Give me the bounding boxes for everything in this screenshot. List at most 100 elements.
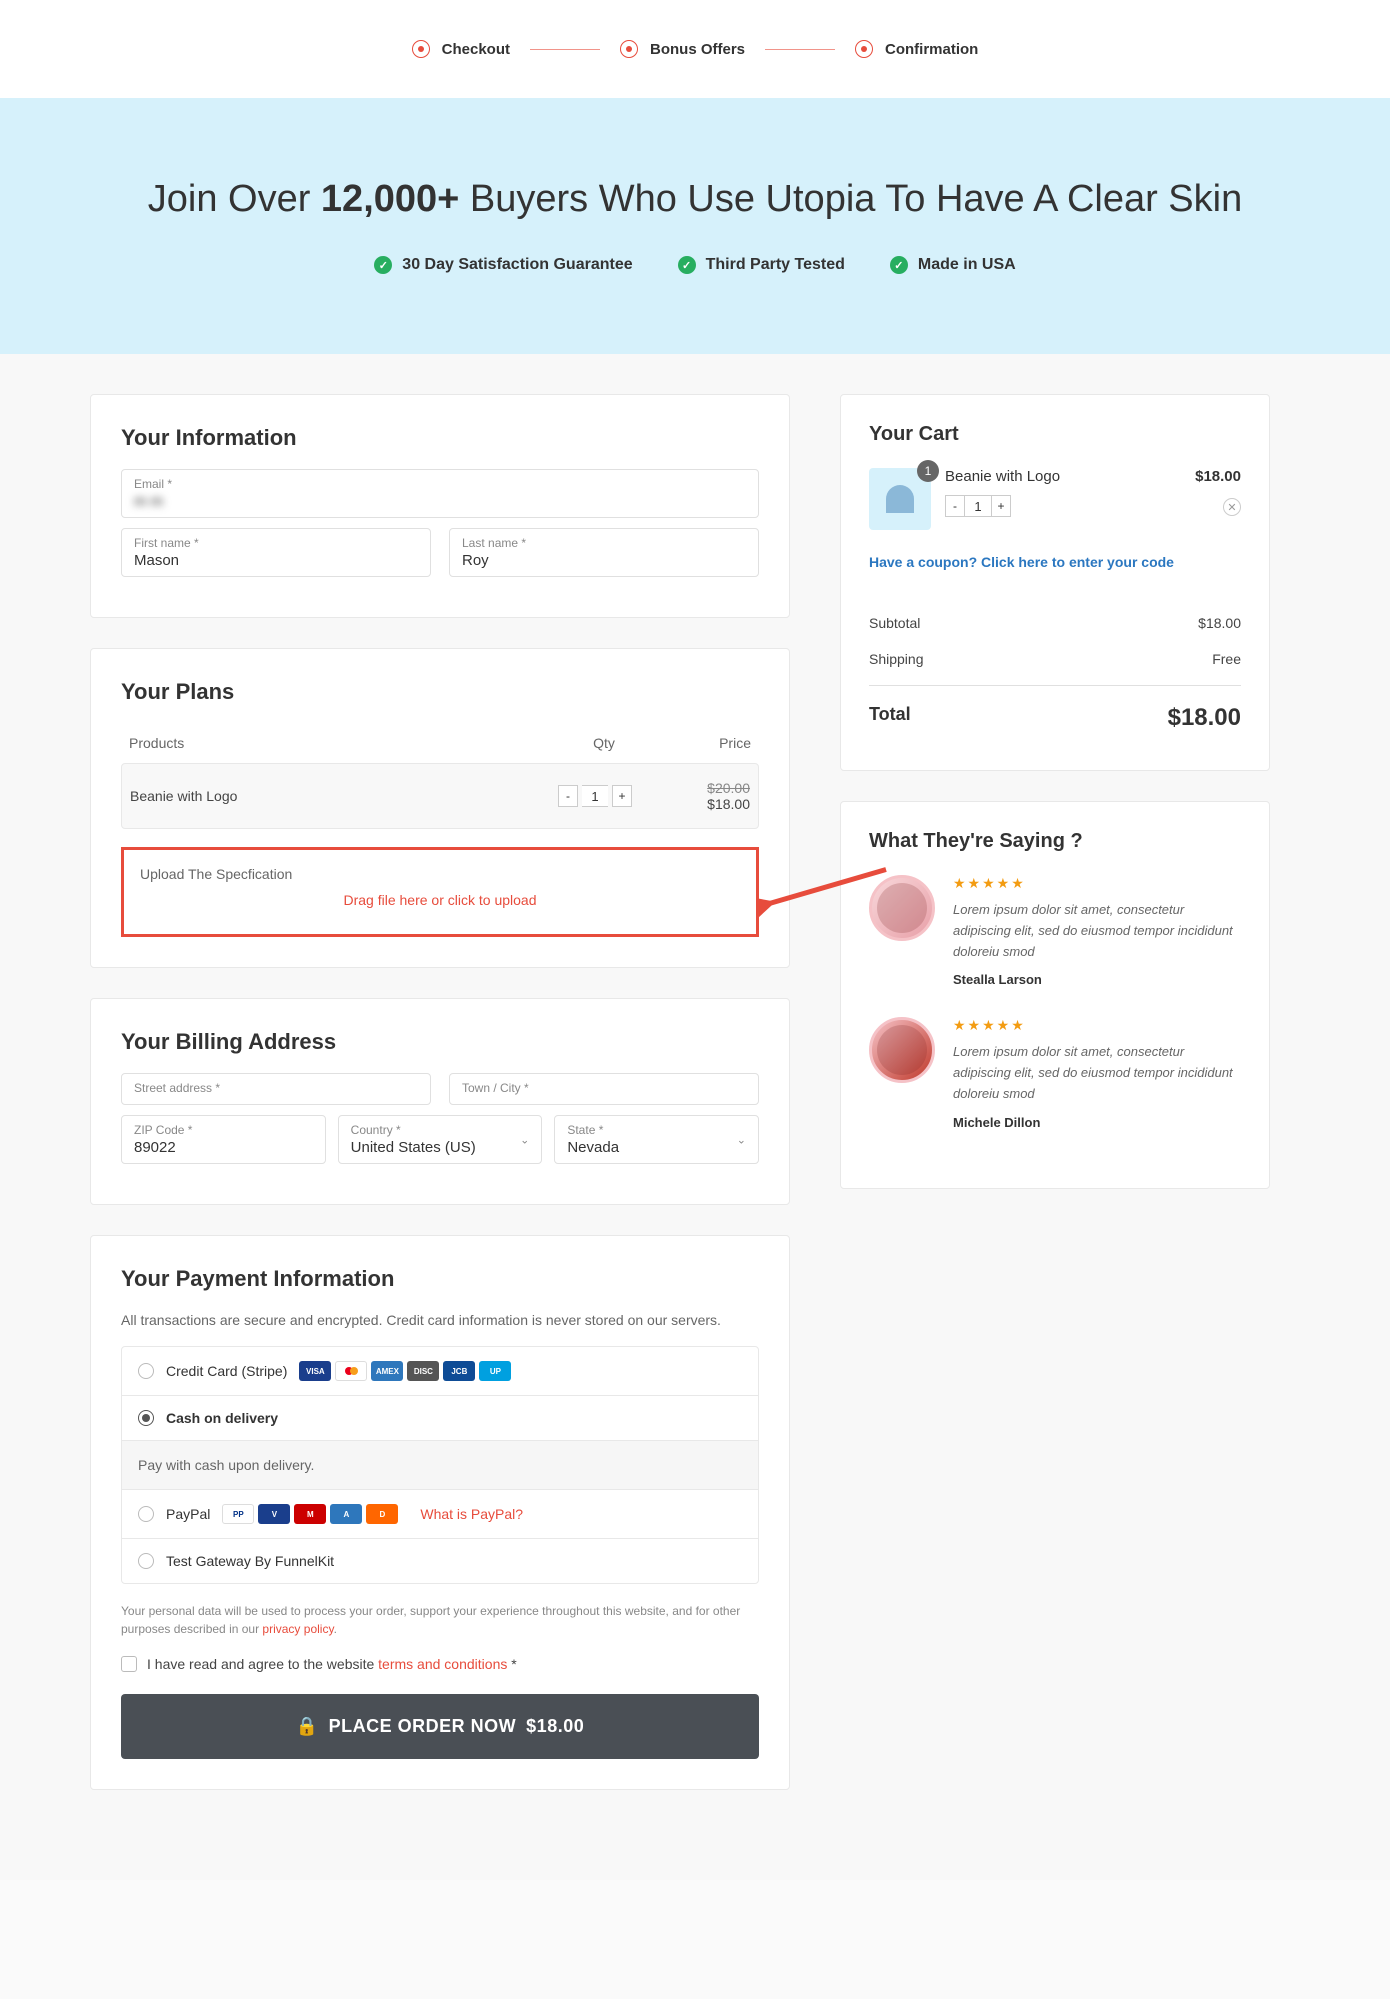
info-heading: Your Information (121, 425, 759, 451)
mastercard-icon (335, 1361, 367, 1381)
street-value (134, 1095, 418, 1097)
zip-label: ZIP Code * (134, 1123, 313, 1137)
jcb-icon: JCB (443, 1361, 475, 1381)
unionpay-icon: UP (479, 1361, 511, 1381)
amex-icon: AMEX (371, 1361, 403, 1381)
lastname-field[interactable]: Last name * Roy (449, 528, 759, 577)
avatar (869, 1017, 935, 1083)
upload-dropzone[interactable]: Drag file here or click to upload (140, 882, 740, 918)
payment-option-paypal[interactable]: PayPal PP V M A D What is PayPal? (121, 1489, 759, 1539)
cart-item: 1 Beanie with Logo - 1 + $18.00 ✕ (869, 468, 1241, 530)
payment-heading: Your Payment Information (121, 1266, 759, 1292)
feature-usa: ✓Made in USA (890, 256, 1016, 274)
chevron-down-icon: ⌄ (737, 1133, 746, 1146)
visa-icon: V (258, 1504, 290, 1524)
state-value: Nevada (567, 1137, 746, 1156)
payment-card: Your Payment Information All transaction… (90, 1235, 790, 1790)
plans-row: Beanie with Logo - 1 + $20.00 $18.00 (121, 763, 759, 829)
hero-title: Join Over 12,000+ Buyers Who Use Utopia … (0, 178, 1390, 221)
chevron-down-icon: ⌄ (520, 1133, 529, 1146)
order-button-price: $18.00 (526, 1716, 584, 1737)
billing-card: Your Billing Address Street address * To… (90, 998, 790, 1205)
step-confirmation[interactable]: Confirmation (855, 40, 978, 58)
discover-icon: DISC (407, 1361, 439, 1381)
plans-heading: Your Plans (121, 679, 759, 705)
country-field[interactable]: Country * United States (US) ⌄ (338, 1115, 543, 1164)
agree-checkbox[interactable] (121, 1656, 137, 1672)
hero-banner: Join Over 12,000+ Buyers Who Use Utopia … (0, 98, 1390, 354)
coupon-link[interactable]: Have a coupon? Click here to enter your … (869, 554, 1241, 570)
price-new: $18.00 (650, 796, 750, 812)
town-value (462, 1095, 746, 1097)
shipping-value: Free (1212, 651, 1241, 667)
plans-card: Your Plans Products Qty Price Beanie wit… (90, 648, 790, 968)
hero-features: ✓30 Day Satisfaction Guarantee ✓Third Pa… (0, 256, 1390, 274)
zip-value: 89022 (134, 1137, 313, 1156)
paypal-whatis-link[interactable]: What is PayPal? (420, 1506, 523, 1522)
radio-icon (138, 1553, 154, 1569)
email-field[interactable]: Email * m m (121, 469, 759, 518)
shipping-label: Shipping (869, 651, 924, 667)
agree-row[interactable]: I have read and agree to the website ter… (121, 1656, 759, 1672)
place-order-button[interactable]: 🔒 PLACE ORDER NOW $18.00 (121, 1694, 759, 1759)
agree-text: I have read and agree to the website ter… (147, 1656, 517, 1672)
radio-icon (138, 1363, 154, 1379)
step-circle-icon (412, 40, 430, 58)
testimonial-text: Lorem ipsum dolor sit amet, consectetur … (953, 1042, 1241, 1104)
qty-plus-button[interactable]: + (612, 785, 632, 807)
state-label: State * (567, 1123, 746, 1137)
cart-qty-badge: 1 (917, 460, 939, 482)
step-label: Bonus Offers (650, 41, 745, 58)
star-rating-icon: ★★★★★ (953, 875, 1241, 892)
qty-minus-button[interactable]: - (558, 785, 578, 807)
annotation-arrow (756, 860, 896, 925)
firstname-field[interactable]: First name * Mason (121, 528, 431, 577)
amex-icon: A (330, 1504, 362, 1524)
beanie-icon (886, 485, 914, 513)
firstname-label: First name * (134, 536, 418, 550)
payment-option-cod[interactable]: Cash on delivery (121, 1395, 759, 1441)
lastname-value: Roy (462, 550, 746, 569)
street-field[interactable]: Street address * (121, 1073, 431, 1105)
billing-heading: Your Billing Address (121, 1029, 759, 1055)
cc-label: Credit Card (Stripe) (166, 1363, 287, 1379)
subtotal-value: $18.00 (1198, 615, 1241, 631)
cart-qty-value[interactable]: 1 (965, 495, 991, 517)
state-field[interactable]: State * Nevada ⌄ (554, 1115, 759, 1164)
testimonial-name: Michele Dillon (953, 1115, 1241, 1130)
step-circle-icon (620, 40, 638, 58)
upload-section: Upload The Specfication Drag file here o… (121, 847, 759, 937)
cart-thumbnail: 1 (869, 468, 931, 530)
disc-icon: D (366, 1504, 398, 1524)
qty-value[interactable]: 1 (582, 785, 608, 807)
town-field[interactable]: Town / City * (449, 1073, 759, 1105)
terms-link[interactable]: terms and conditions (378, 1656, 507, 1672)
cart-qty-minus[interactable]: - (945, 495, 965, 517)
paypal-icons: PP V M A D (222, 1504, 398, 1524)
check-icon: ✓ (374, 256, 392, 274)
shipping-row: Shipping Free (869, 641, 1241, 677)
step-line (765, 49, 835, 50)
payment-option-cc[interactable]: Credit Card (Stripe) VISA AMEX DISC JCB … (121, 1346, 759, 1396)
privacy-text: Your personal data will be used to proce… (121, 1602, 759, 1638)
radio-selected-icon (138, 1410, 154, 1426)
upload-label: Upload The Specfication (140, 866, 740, 882)
cart-qty-control: - 1 + (945, 495, 1181, 517)
feature-guarantee: ✓30 Day Satisfaction Guarantee (374, 256, 632, 274)
cc-icons: VISA AMEX DISC JCB UP (299, 1361, 511, 1381)
town-label: Town / City * (462, 1081, 746, 1095)
cart-qty-plus[interactable]: + (991, 495, 1011, 517)
cart-remove-button[interactable]: ✕ (1223, 498, 1241, 516)
step-label: Checkout (442, 41, 510, 58)
cart-item-name: Beanie with Logo (945, 468, 1181, 485)
privacy-link[interactable]: privacy policy (262, 1622, 333, 1636)
step-bonus[interactable]: Bonus Offers (620, 40, 745, 58)
paypal-label: PayPal (166, 1506, 210, 1522)
testimonials-card: What They're Saying ? ★★★★★ Lorem ipsum … (840, 801, 1270, 1189)
price-old: $20.00 (650, 780, 750, 796)
progress-bar: Checkout Bonus Offers Confirmation (0, 0, 1390, 98)
testimonial-text: Lorem ipsum dolor sit amet, consectetur … (953, 900, 1241, 962)
payment-option-test[interactable]: Test Gateway By FunnelKit (121, 1538, 759, 1584)
zip-field[interactable]: ZIP Code * 89022 (121, 1115, 326, 1164)
step-checkout[interactable]: Checkout (412, 40, 510, 58)
